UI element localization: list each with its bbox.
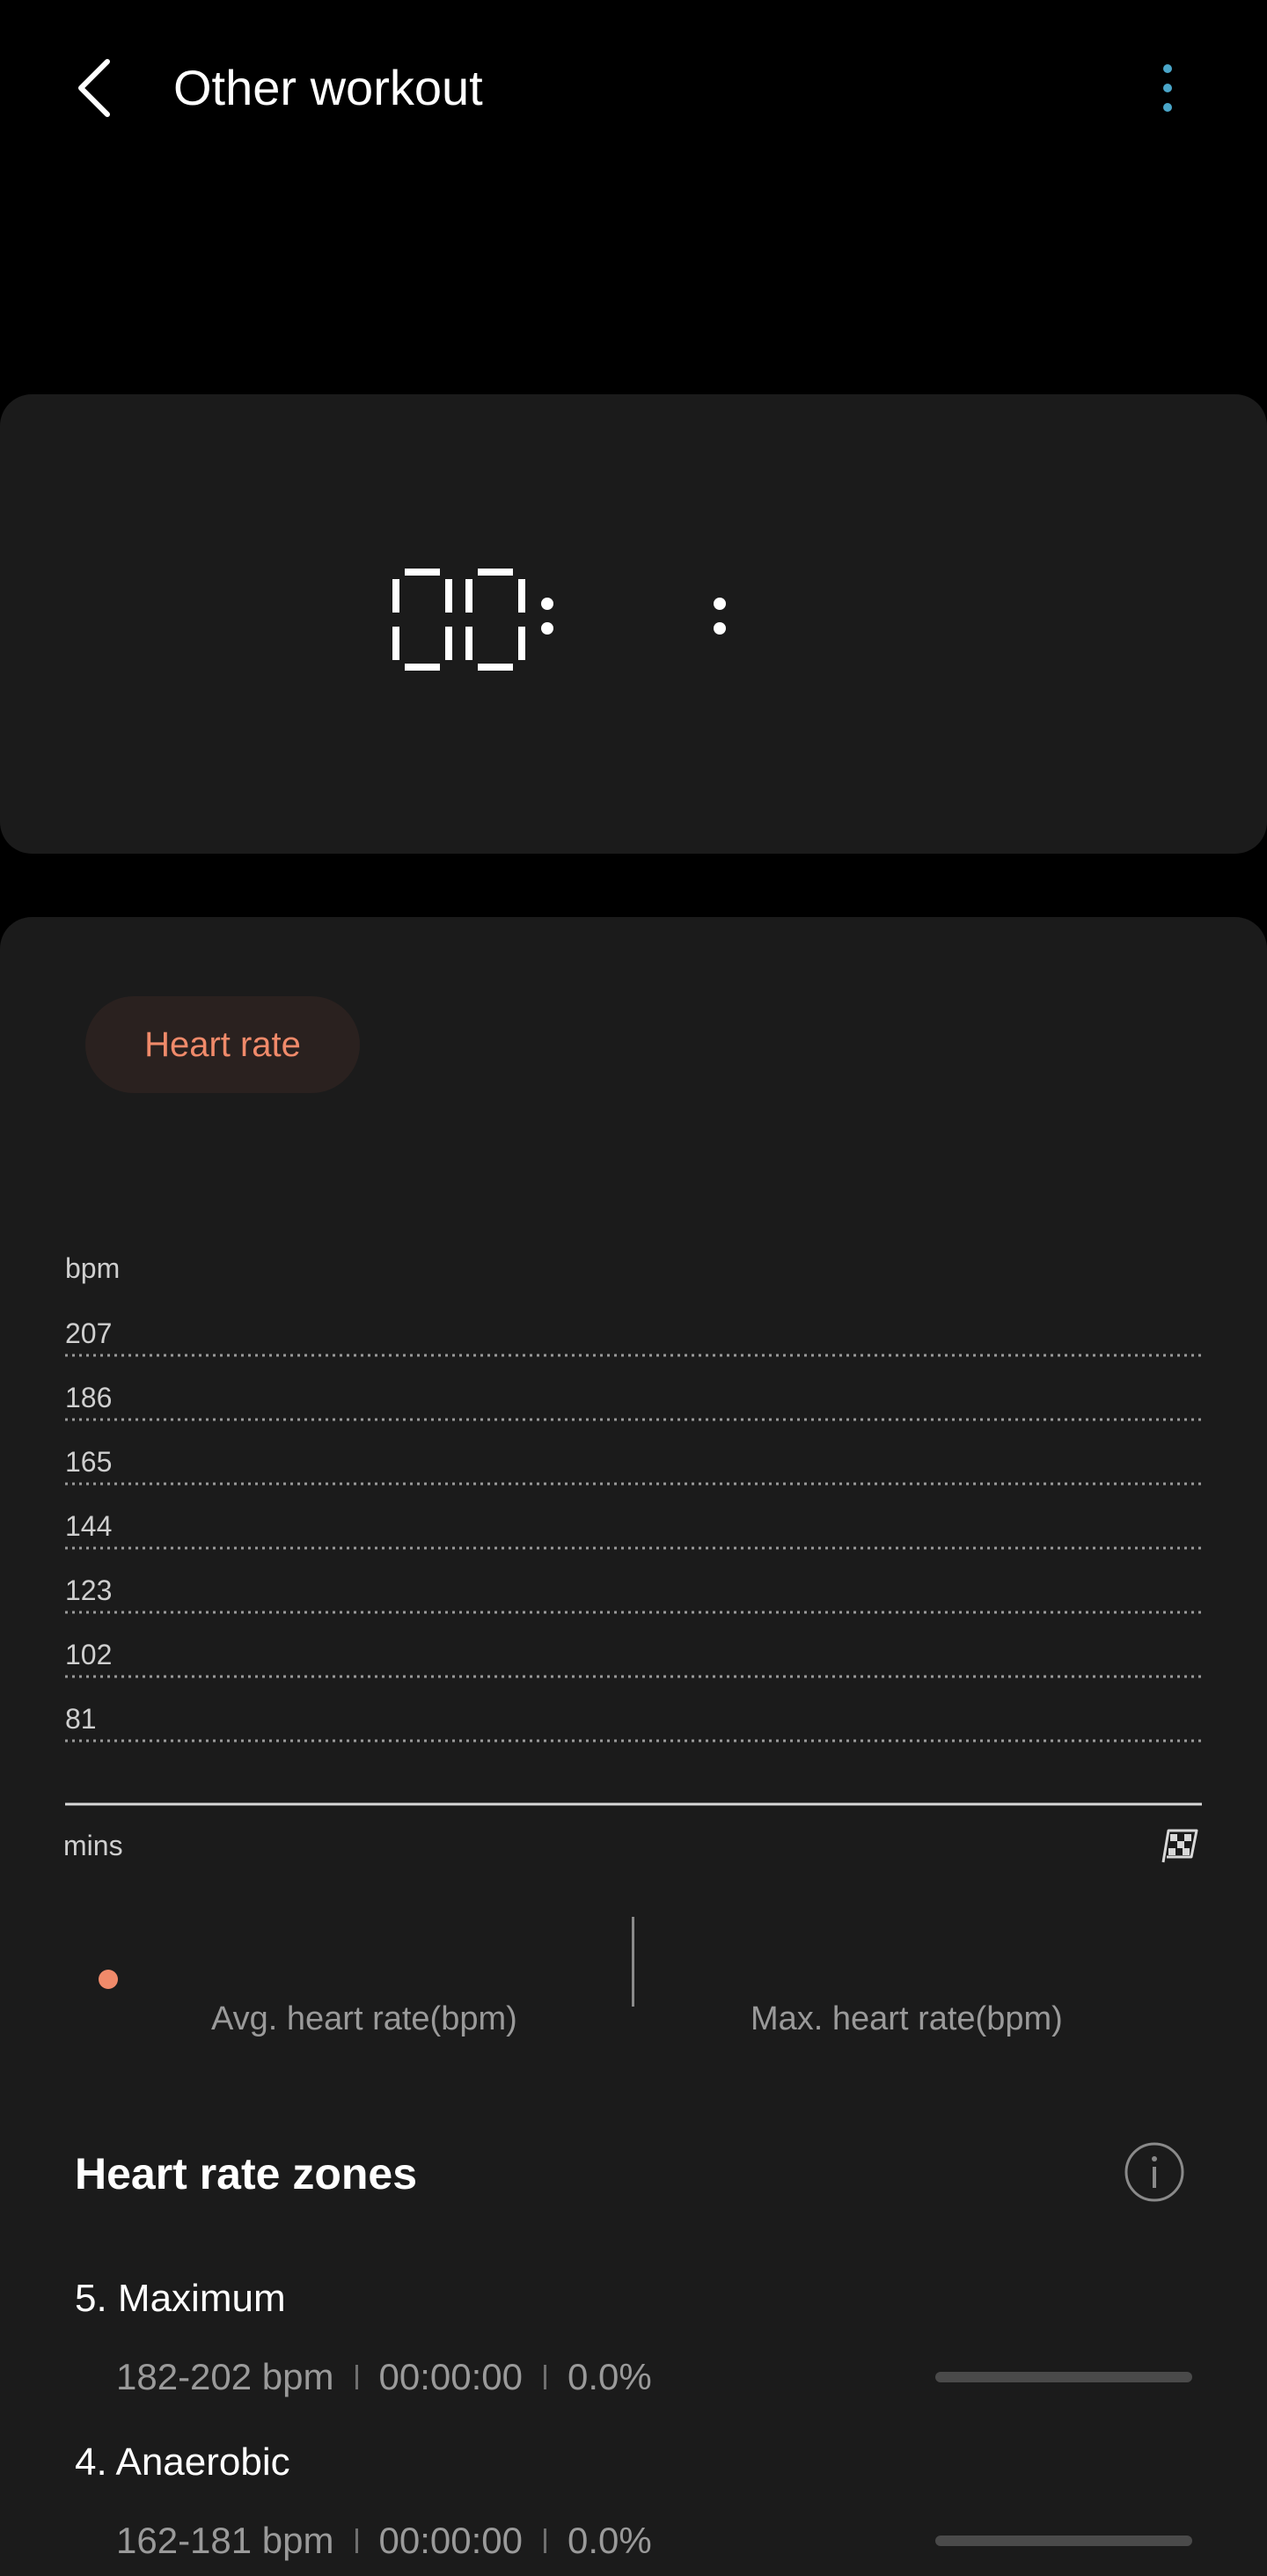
checkered-flag-icon	[1161, 1829, 1198, 1863]
y-tick-label: 123	[65, 1574, 112, 1606]
zone-details: 182-202 bpm 00:00:00 0.0%	[116, 2353, 652, 2401]
max-heart-rate-label: Max. heart rate(bpm)	[751, 2000, 1063, 2037]
heart-rate-zones-title: Heart rate zones	[75, 2149, 418, 2198]
page-title: Other workout	[173, 60, 483, 115]
stat-divider	[632, 1917, 634, 2007]
zone-progress-bar	[935, 2536, 1192, 2546]
info-button[interactable]	[1124, 2141, 1185, 2203]
summary-placeholder-card	[0, 172, 1267, 391]
zone-details: 162-181 bpm 00:00:00 0.0%	[116, 2517, 652, 2565]
heart-rate-legend-dot	[99, 1970, 118, 1989]
app-bar: Other workout	[0, 0, 1267, 172]
zone-time: 00:00:00	[378, 2356, 524, 2397]
timer-card	[0, 394, 1267, 854]
zone-time: 00:00:00	[378, 2520, 524, 2561]
x-axis-unit-label: mins	[63, 1830, 123, 1861]
y-tick-label: 165	[65, 1446, 112, 1478]
y-tick-label: 207	[65, 1317, 112, 1349]
y-tick-label: 186	[65, 1382, 112, 1413]
y-tick-label: 102	[65, 1639, 112, 1670]
y-axis-unit-label: bpm	[65, 1252, 120, 1284]
zone-percent: 0.0%	[568, 2356, 652, 2397]
avg-heart-rate-label: Avg. heart rate(bpm)	[211, 2000, 517, 2037]
y-tick-label: 144	[65, 1510, 112, 1542]
zone-name: 5. Maximum	[75, 2277, 286, 2320]
heart-rate-chart: bpm 207 186 165 144 123 102 81 mins	[63, 1252, 1202, 1863]
back-button[interactable]	[69, 53, 121, 123]
info-icon	[1124, 2142, 1184, 2202]
y-tick-label: 81	[65, 1703, 97, 1735]
tab-heart-rate[interactable]: Heart rate	[85, 996, 360, 1093]
zone-range: 182-202 bpm	[116, 2356, 334, 2397]
duration-timer	[392, 569, 726, 671]
back-arrow-icon	[78, 59, 110, 117]
more-vert-icon	[1163, 64, 1172, 73]
zone-range: 162-181 bpm	[116, 2520, 334, 2561]
zone-percent: 0.0%	[568, 2520, 652, 2561]
more-options-button[interactable]	[1144, 53, 1190, 123]
zone-name: 4. Anaerobic	[75, 2440, 290, 2484]
zone-progress-bar	[935, 2372, 1192, 2382]
